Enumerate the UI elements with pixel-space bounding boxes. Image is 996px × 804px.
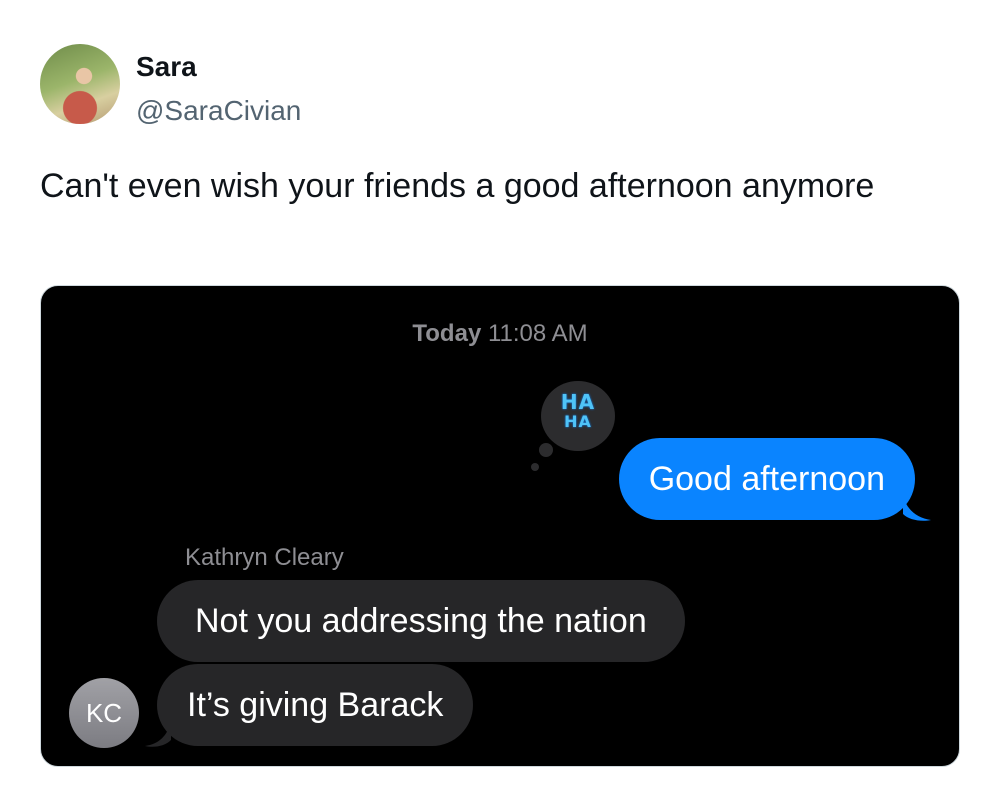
author-info: Sara @SaraCivian [136,44,301,128]
tapback-tail-dot-small [531,463,539,471]
haha-tapback-icon: HA HA [531,381,615,471]
sender-name: Kathryn Cleary [185,544,344,571]
received-message-bubble: It’s giving Barack [157,664,474,746]
author-name[interactable]: Sara [136,50,301,84]
received-message-bubble: Not you addressing the nation [157,580,685,662]
timestamp-time: 11:08 AM [487,320,588,347]
haha-line-1: HA [560,390,596,414]
message-timestamp: Today 11:08 AM [41,320,959,348]
tweet-header: Sara @SaraCivian [40,44,301,128]
avatar[interactable] [40,44,120,124]
sent-bubble-tail [903,496,931,521]
tapback-tail-dot [539,443,553,457]
haha-line-2: HA [564,412,592,431]
sent-message-bubble: Good afternoon [618,438,915,520]
message-screenshot[interactable]: Today 11:08 AM HA HA Good afternoon Kath… [40,285,960,767]
haha-text: HA HA [553,391,603,431]
received-bubble-tail [145,722,171,747]
tweet-text: Can't even wish your friends a good afte… [40,167,875,205]
timestamp-day: Today [412,320,482,347]
contact-avatar[interactable]: KC [69,678,139,748]
author-handle[interactable]: @SaraCivian [136,94,301,128]
